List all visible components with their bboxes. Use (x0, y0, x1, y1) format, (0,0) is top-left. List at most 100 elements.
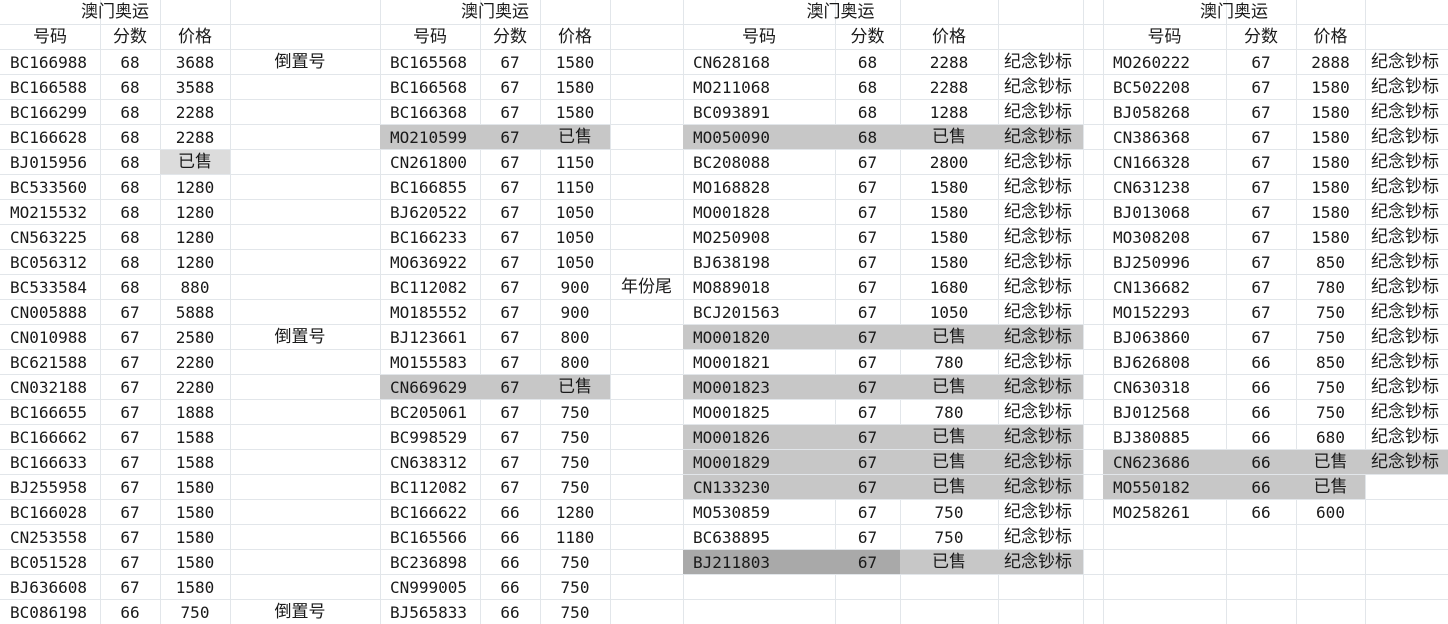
cell-code[interactable]: CN133230 (683, 475, 835, 499)
cell-price[interactable]: 1580 (160, 525, 230, 549)
cell-price[interactable]: 1580 (160, 500, 230, 524)
cell-code[interactable]: BC051528 (0, 550, 100, 574)
cell-note[interactable]: 纪念钞标 (1365, 250, 1448, 274)
cell-code[interactable]: BJ565833 (380, 600, 480, 624)
cell-code[interactable]: MO001828 (683, 200, 835, 224)
cell-price[interactable]: 1280 (160, 225, 230, 249)
cell-score[interactable]: 66 (480, 600, 540, 624)
cell-code[interactable]: BJ013068 (1103, 200, 1226, 224)
cell-price[interactable]: 已售 (900, 375, 998, 399)
cell-score[interactable]: 68 (100, 125, 160, 149)
cell-code[interactable]: BC112082 (380, 475, 480, 499)
cell-score[interactable]: 67 (100, 400, 160, 424)
cell-code[interactable]: MO001820 (683, 325, 835, 349)
cell-code[interactable]: CN638312 (380, 450, 480, 474)
cell-price[interactable]: 1280 (160, 175, 230, 199)
cell-score[interactable]: 67 (1226, 275, 1296, 299)
cell-score[interactable]: 67 (1226, 100, 1296, 124)
cell-price[interactable]: 1280 (160, 200, 230, 224)
cell-note[interactable]: 纪念钞标 (998, 275, 1083, 299)
cell-score[interactable]: 67 (100, 500, 160, 524)
cell-price[interactable]: 已售 (900, 550, 998, 574)
cell-code[interactable]: BC166233 (380, 225, 480, 249)
cell-note[interactable]: 纪念钞标 (1365, 50, 1448, 74)
cell-note[interactable]: 纪念钞标 (998, 50, 1083, 74)
cell-code[interactable]: BJ063860 (1103, 325, 1226, 349)
cell-score[interactable]: 67 (480, 450, 540, 474)
cell-code[interactable]: BC208088 (683, 150, 835, 174)
cell-note[interactable]: 纪念钞标 (998, 150, 1083, 174)
cell-price[interactable]: 1180 (540, 525, 610, 549)
cell-price[interactable]: 1580 (1296, 100, 1365, 124)
cell-code[interactable]: MO001823 (683, 375, 835, 399)
cell-code[interactable]: MO152293 (1103, 300, 1226, 324)
cell-note[interactable]: 纪念钞标 (998, 250, 1083, 274)
cell-code[interactable]: MO260222 (1103, 50, 1226, 74)
cell-code[interactable]: BC166662 (0, 425, 100, 449)
cell-score[interactable]: 67 (100, 350, 160, 374)
cell-code[interactable]: BC998529 (380, 425, 480, 449)
cell-code[interactable]: CN563225 (0, 225, 100, 249)
cell-score[interactable]: 66 (1226, 350, 1296, 374)
cell-score[interactable]: 67 (1226, 200, 1296, 224)
cell-code[interactable]: BJ015956 (0, 150, 100, 174)
cell-price[interactable]: 780 (1296, 275, 1365, 299)
cell-price[interactable]: 1580 (540, 75, 610, 99)
cell-code[interactable]: MO168828 (683, 175, 835, 199)
cell-score[interactable]: 67 (835, 200, 900, 224)
cell-score[interactable]: 66 (1226, 400, 1296, 424)
cell-code[interactable]: CN032188 (0, 375, 100, 399)
cell-price[interactable]: 750 (540, 475, 610, 499)
cell-note[interactable]: 纪念钞标 (1365, 175, 1448, 199)
cell-price[interactable]: 1050 (540, 250, 610, 274)
cell-code[interactable]: BC166855 (380, 175, 480, 199)
cell-price[interactable]: 3688 (160, 50, 230, 74)
cell-code[interactable]: MO250908 (683, 225, 835, 249)
cell-price[interactable]: 1280 (160, 250, 230, 274)
cell-price[interactable]: 2280 (160, 375, 230, 399)
cell-price[interactable]: 1580 (1296, 175, 1365, 199)
cell-price[interactable]: 2288 (900, 50, 998, 74)
cell-code[interactable]: MO001826 (683, 425, 835, 449)
cell-price[interactable]: 已售 (900, 125, 998, 149)
cell-note[interactable]: 纪念钞标 (998, 375, 1083, 399)
cell-code[interactable]: BC533584 (0, 275, 100, 299)
cell-price[interactable]: 750 (1296, 375, 1365, 399)
cell-code[interactable]: BC166628 (0, 125, 100, 149)
cell-code[interactable]: BJ250996 (1103, 250, 1226, 274)
cell-note[interactable]: 纪念钞标 (998, 525, 1083, 549)
cell-code[interactable]: MO210599 (380, 125, 480, 149)
cell-score[interactable]: 67 (100, 375, 160, 399)
cell-score[interactable]: 67 (480, 200, 540, 224)
cell-score[interactable]: 67 (835, 450, 900, 474)
cell-code[interactable]: BJ058268 (1103, 100, 1226, 124)
cell-price[interactable]: 1150 (540, 150, 610, 174)
cell-code[interactable]: CN166328 (1103, 150, 1226, 174)
cell-code[interactable]: MO155583 (380, 350, 480, 374)
cell-code[interactable]: BJ620522 (380, 200, 480, 224)
cell-price[interactable]: 800 (540, 325, 610, 349)
cell-code[interactable]: CN630318 (1103, 375, 1226, 399)
cell-price[interactable]: 已售 (900, 450, 998, 474)
cell-code[interactable]: MO258261 (1103, 500, 1226, 524)
cell-score[interactable]: 67 (835, 400, 900, 424)
cell-code[interactable]: BC112082 (380, 275, 480, 299)
cell-price[interactable]: 2280 (160, 350, 230, 374)
cell-note[interactable]: 纪念钞标 (998, 475, 1083, 499)
cell-note[interactable]: 纪念钞标 (1365, 275, 1448, 299)
cell-code[interactable]: BC502208 (1103, 75, 1226, 99)
cell-price[interactable]: 750 (1296, 300, 1365, 324)
cell-note[interactable]: 纪念钞标 (1365, 350, 1448, 374)
cell-price[interactable]: 750 (160, 600, 230, 624)
cell-note[interactable]: 纪念钞标 (1365, 200, 1448, 224)
cell-score[interactable]: 67 (1226, 175, 1296, 199)
cell-score[interactable]: 67 (480, 50, 540, 74)
side-note[interactable]: 倒置号 (230, 50, 380, 74)
cell-code[interactable]: BC166368 (380, 100, 480, 124)
cell-code[interactable]: MO215532 (0, 200, 100, 224)
cell-code[interactable]: BC086198 (0, 600, 100, 624)
cell-score[interactable]: 67 (1226, 75, 1296, 99)
cell-score[interactable]: 68 (835, 125, 900, 149)
cell-score[interactable]: 68 (100, 225, 160, 249)
cell-code[interactable]: BJ255958 (0, 475, 100, 499)
